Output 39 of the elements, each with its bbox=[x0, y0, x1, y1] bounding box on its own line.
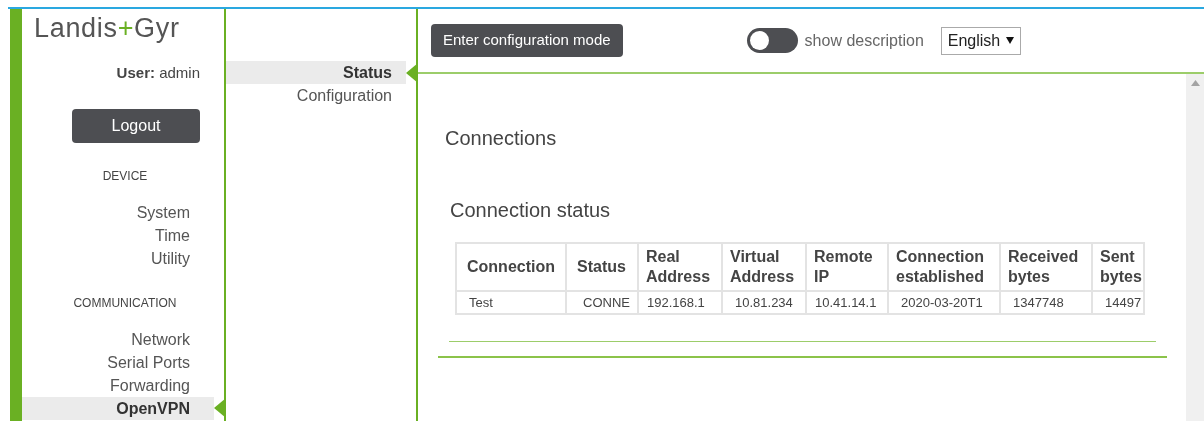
section-heading: DEVICE bbox=[102, 167, 148, 185]
scrollbar[interactable] bbox=[1186, 74, 1204, 421]
page-title: Connections bbox=[445, 126, 558, 151]
logo: Landis+Gyr bbox=[33, 12, 181, 42]
table-cell: 10.41.14.1 bbox=[806, 291, 888, 314]
table-cell: CONNE bbox=[566, 291, 638, 314]
sidebar-item[interactable]: Utility bbox=[22, 246, 214, 270]
column-header: Sent bytes bbox=[1092, 243, 1144, 291]
column-header: Status bbox=[566, 243, 638, 291]
sidebar-item[interactable]: Time bbox=[22, 223, 214, 247]
table-cell: 1347748 bbox=[1000, 291, 1092, 314]
section-title: Connection status bbox=[450, 198, 612, 223]
subnav-item[interactable]: Status bbox=[226, 61, 406, 84]
table-cell: 10.81.234 bbox=[722, 291, 806, 314]
column-header: Received bytes bbox=[1000, 243, 1092, 291]
toggle-label: show description bbox=[804, 30, 924, 51]
logout-button[interactable]: Logout bbox=[72, 108, 200, 143]
description-toggle[interactable] bbox=[746, 28, 798, 53]
table-cell: 14497 bbox=[1092, 291, 1144, 314]
sidebar-item[interactable]: Forwarding bbox=[22, 373, 214, 397]
sidebar-item[interactable]: OpenVPN bbox=[22, 396, 214, 420]
config-mode-button[interactable]: Enter configuration mode bbox=[431, 24, 623, 57]
column-header: Connection bbox=[456, 243, 566, 291]
user-label: User: admin bbox=[116, 63, 200, 83]
subnav-item[interactable]: Configuration bbox=[226, 84, 406, 107]
sidebar-item[interactable]: Network bbox=[22, 327, 214, 351]
column-header: Virtual Address bbox=[722, 243, 806, 291]
language-select[interactable]: English bbox=[940, 26, 1022, 55]
table-cell: 192.168.1 bbox=[638, 291, 722, 314]
table-cell: Test bbox=[456, 291, 566, 314]
section-heading: COMMUNICATION bbox=[73, 294, 177, 312]
sidebar-item[interactable]: System bbox=[22, 200, 214, 224]
column-header: Connection established bbox=[888, 243, 1000, 291]
dropdown-icon bbox=[1006, 37, 1015, 44]
column-header: Remote IP bbox=[806, 243, 888, 291]
table-cell: 2020-03-20T1 bbox=[888, 291, 1000, 314]
column-header: Real Address bbox=[638, 243, 722, 291]
sidebar-item[interactable]: Serial Ports bbox=[22, 350, 214, 374]
scroll-up-icon[interactable] bbox=[1190, 80, 1200, 86]
